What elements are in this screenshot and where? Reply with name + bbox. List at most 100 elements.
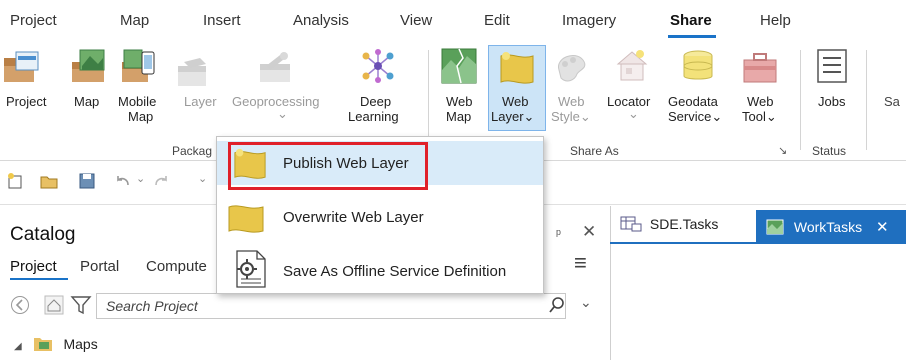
redo-icon[interactable]: [152, 172, 170, 190]
jobs-icon: [817, 49, 847, 83]
web-tool-caret: ⌄: [765, 109, 777, 124]
tab-imagery[interactable]: Imagery: [562, 12, 616, 29]
save-button-truncated[interactable]: Sa: [884, 94, 900, 109]
web-map-label-1: Web: [446, 94, 473, 109]
jobs-label: Jobs: [818, 94, 846, 109]
locator-icon: [616, 50, 648, 81]
doc-tab-strip-border: [610, 242, 906, 244]
web-tool-label-2: Tool: [742, 109, 766, 124]
menu-item-label: Save As Offline Service Definition: [283, 263, 507, 280]
catalog-pane-title: Catalog: [10, 224, 76, 245]
search-placeholder: Search Project: [106, 298, 198, 314]
pane-divider: [610, 206, 611, 360]
web-style-label-2-wrap: Style⌄: [551, 109, 591, 124]
back-icon[interactable]: [10, 295, 30, 315]
web-style-icon: [558, 55, 586, 82]
highlight-callout-box: [228, 142, 428, 190]
group-label-share-as: Share As: [570, 144, 619, 158]
geodata-label-2: Service: [668, 109, 712, 124]
maps-folder-icon: [33, 338, 52, 351]
home-icon[interactable]: [44, 295, 64, 315]
geoprocessing-label: Geoprocessing: [232, 94, 320, 109]
undo-dropdown-caret[interactable]: ⌄: [136, 172, 145, 185]
package-map-icon: [72, 49, 105, 82]
geodata-label-2-wrap: Service⌄: [668, 109, 722, 124]
deep-learning-label-1: Deep: [360, 94, 392, 109]
catalog-menu-icon[interactable]: ≡: [574, 250, 587, 276]
layer-package-icon: [178, 58, 206, 86]
web-map-icon: [441, 48, 477, 84]
deep-learning-label-2: Learning: [348, 109, 399, 124]
package-project-icon: [4, 51, 39, 82]
package-map-label: Map: [74, 94, 100, 109]
menu-item-overwrite-web-layer[interactable]: Overwrite Web Layer: [217, 197, 543, 241]
geoprocessing-package-icon: [260, 52, 290, 82]
redo-dropdown-caret[interactable]: ⌄: [198, 172, 207, 185]
mobile-map-label-2: Map: [128, 109, 154, 124]
tab-view[interactable]: View: [400, 12, 432, 29]
layer-label: Layer: [184, 94, 217, 109]
search-icon[interactable]: [548, 296, 566, 314]
locator-caret: ⌄: [628, 106, 639, 121]
tab-map[interactable]: Map: [120, 12, 149, 29]
tab-help[interactable]: Help: [760, 12, 791, 29]
web-layer-label-1: Web: [502, 94, 529, 109]
map-doc-icon: [766, 219, 784, 235]
dialog-launcher-icon[interactable]: ↘: [778, 144, 787, 157]
table-icon: [620, 216, 642, 232]
menu-item-label: Overwrite Web Layer: [283, 209, 424, 226]
web-tool-icon: [743, 53, 777, 83]
web-map-label-2: Map: [446, 109, 472, 124]
active-tab-indicator: [668, 35, 716, 38]
deep-learning-icon: [362, 49, 394, 83]
tab-share[interactable]: Share: [670, 12, 712, 29]
package-project-label: Project: [6, 94, 47, 109]
tab-insert[interactable]: Insert: [203, 12, 241, 29]
catalog-tab-portal[interactable]: Portal: [80, 258, 119, 275]
save-project-icon[interactable]: [78, 172, 96, 190]
expand-arrow-icon[interactable]: ◢: [14, 341, 22, 352]
web-layer-caret: ⌄: [523, 109, 535, 124]
catalog-tab-indicator: [10, 278, 68, 280]
group-label-package: Packag: [172, 144, 213, 158]
web-layer-label-2: Layer: [491, 109, 524, 124]
menu-item-save-offline-sd[interactable]: Save As Offline Service Definition: [217, 249, 543, 293]
undo-icon[interactable]: [114, 172, 132, 190]
close-pane-icon[interactable]: ✕: [582, 222, 596, 242]
web-layer-icon: [500, 52, 534, 84]
catalog-tab-project[interactable]: Project: [10, 258, 57, 275]
tab-project[interactable]: Project: [10, 12, 57, 29]
tree-item-label: Maps: [63, 336, 98, 352]
web-style-label-1: Web: [558, 94, 585, 109]
web-style-label-2: Style: [551, 109, 580, 124]
doc-tab-label: SDE.Tasks: [649, 216, 719, 232]
new-project-icon[interactable]: [6, 172, 24, 190]
tree-item-maps[interactable]: ◢ Maps: [14, 336, 98, 352]
ribbon-separator: [800, 50, 801, 150]
tab-analysis[interactable]: Analysis: [293, 12, 349, 29]
web-style-caret: ⌄: [579, 109, 591, 124]
pin-pane-icon[interactable]: ᵖ: [556, 226, 561, 241]
ribbon-separator: [866, 50, 867, 150]
web-layer-label-2-wrap: Layer⌄: [491, 109, 534, 124]
filter-icon[interactable]: [70, 294, 92, 316]
mobile-map-icon: [122, 49, 155, 82]
catalog-tab-computer[interactable]: Compute: [146, 258, 207, 275]
web-tool-label-2-wrap: Tool⌄: [742, 109, 777, 124]
group-label-status: Status: [812, 144, 847, 158]
web-tool-label-1: Web: [747, 94, 774, 109]
geodata-service-icon: [683, 50, 713, 80]
tab-edit[interactable]: Edit: [484, 12, 510, 29]
close-doc-tab-icon[interactable]: ✕: [876, 219, 889, 236]
geoprocessing-caret: ⌄: [277, 106, 288, 121]
ribbon-separator: [428, 50, 429, 150]
search-options-caret[interactable]: ⌄: [580, 294, 592, 311]
mobile-map-label-1: Mobile: [118, 94, 157, 109]
open-project-icon[interactable]: [40, 172, 58, 190]
overwrite-web-layer-icon: [228, 205, 264, 233]
service-definition-icon: [236, 250, 266, 288]
doc-tab-label: WorkTasks: [793, 219, 863, 235]
geodata-caret: ⌄: [711, 109, 723, 124]
quick-access-toolbar: ⌄ ⌄: [0, 166, 230, 196]
geodata-label-1: Geodata: [668, 94, 718, 109]
